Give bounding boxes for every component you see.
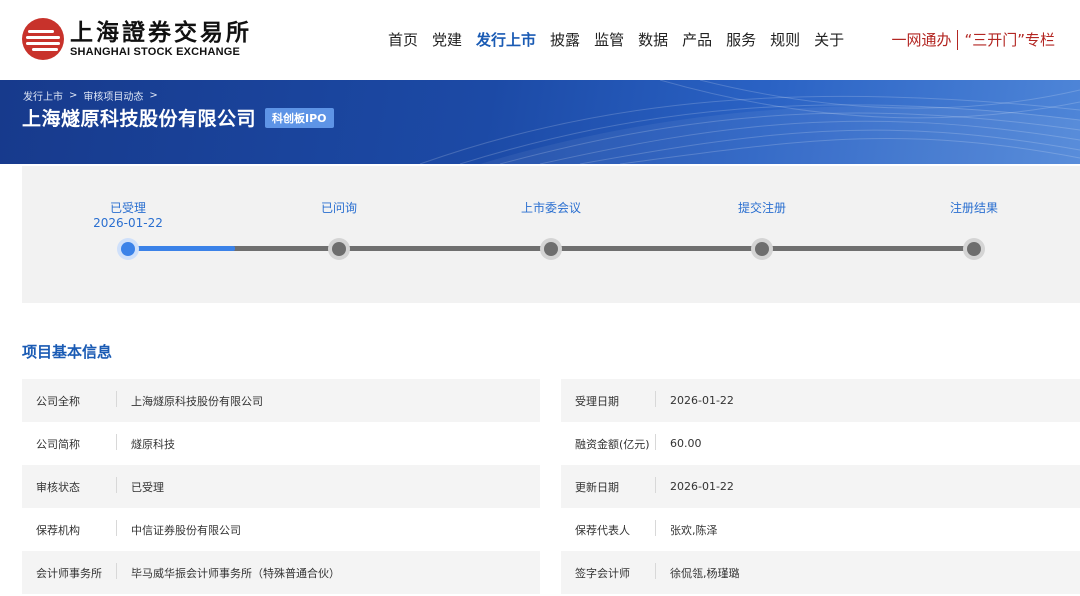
info-value-accounting-firm: 毕马威华振会计师事务所（特殊普通合伙）	[131, 566, 340, 580]
info-value-financing-amount: 60.00	[670, 437, 702, 450]
info-label-accept-date: 受理日期	[561, 390, 656, 409]
step-node-accepted	[117, 238, 139, 260]
step-accepted-label: 已受理 2026-01-22	[93, 201, 163, 231]
review-progress: 已受理 2026-01-22 已问询 上市委会议 提交注册 注册结果	[22, 166, 1080, 303]
step-registration-label: 提交注册	[737, 201, 787, 215]
info-row: 公司全称 上海燧原科技股份有限公司	[22, 379, 540, 422]
info-value-sponsor-reps: 张欢,陈泽	[670, 523, 718, 537]
logo-en-name: SHANGHAI STOCK EXCHANGE	[70, 46, 241, 58]
breadcrumb: 发行上市 > 审核项目动态 >	[23, 88, 164, 103]
info-row: 受理日期 2026-01-22	[561, 379, 1080, 422]
page-banner: 发行上市 > 审核项目动态 > 上海燧原科技股份有限公司 科创板IPO	[0, 80, 1080, 164]
step-accepted-name: 已受理	[109, 201, 146, 215]
one-stop-service-link[interactable]: 一网通办	[891, 29, 951, 50]
step-inquired-label: 已问询	[320, 201, 358, 215]
info-label-sponsor: 保荐机构	[22, 519, 117, 538]
logo-text: 上海證券交易所 SHANGHAI STOCK EXCHANGE	[70, 19, 252, 59]
info-row: 会计师事务所 毕马威华振会计师事务所（特殊普通合伙）	[22, 551, 540, 594]
step-node-registration	[751, 238, 773, 260]
info-row: 签字会计师 徐侃瓴,杨瑾璐	[561, 551, 1080, 594]
info-value-short-name: 燧原科技	[131, 437, 175, 451]
step-node-committee	[540, 238, 562, 260]
section-title-basic-info: 项目基本信息	[22, 343, 113, 361]
info-row: 保荐代表人 张欢,陈泽	[561, 508, 1080, 551]
info-column-right: 受理日期 2026-01-22 融资金额(亿元) 60.00 更新日期 2026…	[561, 379, 1080, 594]
board-badge: 科创板IPO	[265, 107, 334, 128]
three-open-doors-link[interactable]: “三开门”专栏	[964, 29, 1055, 50]
info-label-accounting-firm: 会计师事务所	[22, 562, 117, 581]
nav-item-rules[interactable]: 规则	[770, 29, 800, 50]
breadcrumb-review-dynamics[interactable]: 审核项目动态	[83, 88, 143, 103]
info-label-short-name: 公司简称	[22, 433, 117, 452]
page-title: 上海燧原科技股份有限公司	[22, 108, 257, 130]
quick-links: 一网通办 “三开门”专栏	[891, 29, 1055, 50]
chevron-right-icon: >	[149, 90, 158, 101]
info-label-financing-amount: 融资金额(亿元)	[561, 433, 656, 452]
info-value-full-name: 上海燧原科技股份有限公司	[131, 394, 263, 408]
top-header: 上海證券交易所 SHANGHAI STOCK EXCHANGE 首页 党建 发行…	[0, 0, 1080, 80]
nav-item-disclosure[interactable]: 披露	[550, 29, 580, 50]
step-result-label: 注册结果	[949, 201, 999, 215]
info-row: 融资金额(亿元) 60.00	[561, 422, 1080, 465]
step-accepted-date: 2026-01-22	[93, 216, 163, 230]
breadcrumb-listing[interactable]: 发行上市	[23, 88, 63, 103]
info-column-left: 公司全称 上海燧原科技股份有限公司 公司简称 燧原科技 审核状态 已受理 保荐机…	[22, 379, 540, 594]
info-row: 公司简称 燧原科技	[22, 422, 540, 465]
info-label-review-status: 审核状态	[22, 476, 117, 495]
step-node-result	[963, 238, 985, 260]
nav-item-party[interactable]: 党建	[432, 29, 462, 50]
quick-links-divider	[957, 29, 959, 50]
step-committee-label: 上市委会议	[520, 201, 582, 215]
info-label-sponsor-reps: 保荐代表人	[561, 519, 656, 538]
main-nav: 首页 党建 发行上市 披露 监管 数据 产品 服务 规则 关于	[381, 29, 851, 50]
info-row: 更新日期 2026-01-22	[561, 465, 1080, 508]
info-value-signing-accountants: 徐侃瓴,杨瑾璐	[670, 566, 740, 580]
nav-item-home[interactable]: 首页	[388, 29, 418, 50]
info-value-accept-date: 2026-01-22	[670, 394, 734, 407]
info-value-update-date: 2026-01-22	[670, 480, 734, 493]
info-row: 审核状态 已受理	[22, 465, 540, 508]
nav-item-data[interactable]: 数据	[638, 29, 668, 50]
info-label-update-date: 更新日期	[561, 476, 656, 495]
title-row: 上海燧原科技股份有限公司 科创板IPO	[22, 104, 334, 131]
sse-emblem-icon	[22, 18, 64, 60]
info-label-signing-accountants: 签字会计师	[561, 562, 656, 581]
nav-item-listing[interactable]: 发行上市	[476, 29, 536, 50]
nav-item-regulation[interactable]: 监管	[594, 29, 624, 50]
step-node-inquired	[328, 238, 350, 260]
info-row: 保荐机构 中信证券股份有限公司	[22, 508, 540, 551]
nav-item-about[interactable]: 关于	[814, 29, 844, 50]
info-value-review-status: 已受理	[131, 480, 164, 494]
info-label-full-name: 公司全称	[22, 390, 117, 409]
chevron-right-icon: >	[69, 90, 78, 101]
nav-item-services[interactable]: 服务	[726, 29, 756, 50]
sse-logo[interactable]: 上海證券交易所 SHANGHAI STOCK EXCHANGE	[22, 18, 252, 60]
info-value-sponsor: 中信证券股份有限公司	[131, 523, 241, 537]
progress-track-fill	[129, 246, 235, 251]
logo-cn-name: 上海證券交易所	[70, 19, 252, 46]
nav-item-products[interactable]: 产品	[682, 29, 712, 50]
